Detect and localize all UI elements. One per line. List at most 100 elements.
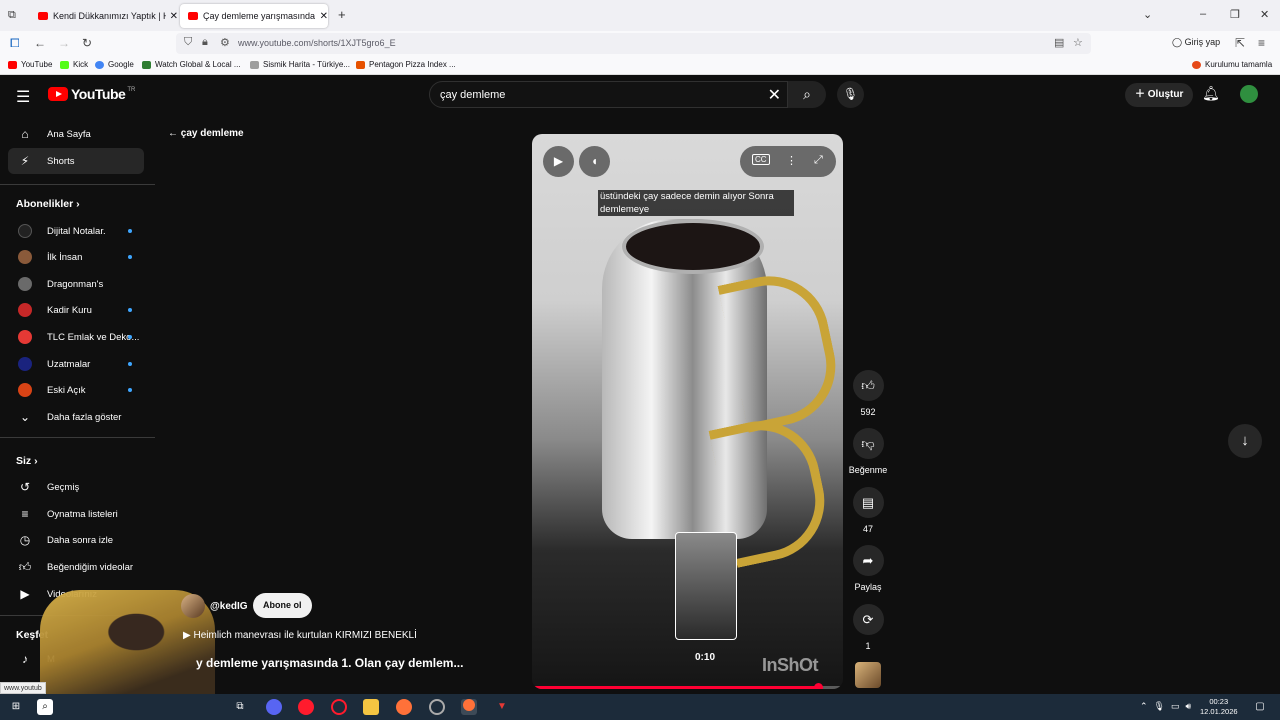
search-button[interactable]: ⌕ xyxy=(788,81,826,108)
account-avatar[interactable] xyxy=(1240,85,1258,103)
volume-icon: ◖ xyxy=(590,154,599,168)
sidebar-sub-item[interactable]: İlk İnsan xyxy=(8,244,144,270)
sidebar-sub-item[interactable]: TLC Emlak ve Deko... xyxy=(8,324,144,350)
windows-start-icon[interactable]: ⊞ xyxy=(8,699,24,715)
clear-search-icon[interactable]: ✕ xyxy=(768,85,781,105)
permissions-icon[interactable]: ⚙︎ xyxy=(220,36,230,49)
comments-button[interactable]: ▤ 47 xyxy=(848,487,888,534)
obs-icon[interactable] xyxy=(429,699,445,715)
sidebar-item-playlists[interactable]: ≡ Oynatma listeleri xyxy=(8,501,144,527)
task-view-icon[interactable]: ⧉ xyxy=(232,699,248,715)
app-v-icon[interactable]: ▼ xyxy=(494,699,510,715)
progress-knob[interactable] xyxy=(814,683,824,689)
shield-icon[interactable]: ⛉ xyxy=(184,36,192,49)
play-button[interactable]: ▶ xyxy=(543,146,574,177)
sidebar-sub-item[interactable]: Eski Açık xyxy=(8,377,144,403)
hamburger-menu-icon[interactable]: ☰ xyxy=(16,87,30,107)
sidebar-sub-item[interactable]: Uzatmalar xyxy=(8,351,144,377)
sidebar-show-more[interactable]: ⌄ Daha fazla göster xyxy=(8,404,144,430)
remix-button[interactable]: ⟳ 1 xyxy=(848,604,888,651)
progress-bar[interactable] xyxy=(532,683,843,689)
next-short-button[interactable]: ↓ xyxy=(1228,424,1262,458)
bookmark-pentagon[interactable]: Pentagon Pizza Index ... xyxy=(356,60,456,69)
subscriptions-heading[interactable]: Abonelikler › xyxy=(16,198,80,210)
youtube-logo[interactable]: YouTube TR xyxy=(48,86,135,102)
signin-button[interactable]: ◯ Giriş yap xyxy=(1172,37,1220,48)
extensions-icon[interactable]: ⇱ xyxy=(1235,36,1245,50)
tab-list-icon[interactable]: ⧉ xyxy=(8,9,16,22)
shorts-video-player[interactable]: ▶ ◖ CC ⋮ ⤢ üstündeki çay sadece demin al… xyxy=(532,134,843,689)
short-title[interactable]: y demleme yarışmasında 1. Olan çay demle… xyxy=(196,656,463,670)
tab-overflow-chevron-icon[interactable]: ⌄ xyxy=(1143,8,1152,21)
closed-captions-icon[interactable]: CC xyxy=(752,154,770,165)
youtube-play-icon xyxy=(48,87,68,101)
subscribe-button[interactable]: Abone ol xyxy=(253,593,312,618)
setup-reminder[interactable]: Kurulumu tamamla xyxy=(1192,60,1272,69)
search-box[interactable]: çay demleme ✕ xyxy=(429,81,788,108)
sidebar-item-home[interactable]: ⌂ Ana Sayfa xyxy=(8,121,144,147)
tab-2-active[interactable]: Çay demleme yarışmasında 1. O ✕ xyxy=(180,4,328,28)
close-window-icon[interactable]: ✕ xyxy=(1260,8,1269,21)
channel-name: İlk İnsan xyxy=(47,251,83,263)
sidebar-sub-item[interactable]: Dragonman's xyxy=(8,271,144,297)
file-explorer-icon[interactable] xyxy=(363,699,379,715)
opera-icon[interactable] xyxy=(331,699,347,715)
tab-2-close-icon[interactable]: ✕ xyxy=(320,11,328,22)
google-icon xyxy=(95,60,104,69)
bookmark-google[interactable]: Google xyxy=(95,60,134,69)
new-tab-button[interactable]: + xyxy=(338,7,346,22)
voice-search-button[interactable]: 🎙︎ xyxy=(837,81,864,108)
firefox-icon[interactable] xyxy=(396,699,412,715)
forward-arrow-icon[interactable]: → xyxy=(58,36,70,50)
sound-link[interactable]: ▶ Heimlich manevrası ile kurtulan KIRMIZ… xyxy=(183,630,417,641)
dislike-button[interactable]: 👎︎ Beğenme xyxy=(847,428,889,475)
bookmark-kick[interactable]: Kick xyxy=(60,60,88,69)
opera-gx-icon[interactable] xyxy=(298,699,314,715)
system-tray[interactable]: ⌃🎙︎▭🔊︎ xyxy=(1140,701,1197,712)
firefox-active-icon[interactable] xyxy=(461,699,477,715)
create-button[interactable]: ＋ Oluştur xyxy=(1125,83,1194,107)
reload-icon[interactable]: ↻ xyxy=(82,36,92,50)
tab-1-close-icon[interactable]: ✕ xyxy=(170,11,178,22)
url-text[interactable]: www.youtube.com/shorts/1XJT5gro6_E xyxy=(238,38,396,48)
bookmark-sismik[interactable]: Sismik Harita - Türkiye... xyxy=(250,60,350,69)
chevron-right-icon: › xyxy=(76,198,80,210)
sound-source-avatar[interactable] xyxy=(855,662,881,688)
back-to-search[interactable]: ← çay demleme xyxy=(168,128,244,139)
sidebar-sub-item[interactable]: Dijital Notalar. xyxy=(8,218,144,244)
channel-avatar[interactable] xyxy=(181,594,205,618)
youtube-header: ☰ YouTube TR çay demleme ✕ ⌕ 🎙︎ ＋ Oluştu… xyxy=(0,75,1280,115)
taskbar-clock[interactable]: 00:23 12.01.2026 xyxy=(1200,697,1238,717)
bookmark-star-icon[interactable]: ☆ xyxy=(1073,36,1083,49)
search-icon[interactable]: ⌕ xyxy=(37,699,53,715)
fullscreen-icon[interactable]: ⤢ xyxy=(814,154,823,167)
sidebar-item-label: Oynatma listeleri xyxy=(47,508,118,520)
notifications-bell-icon[interactable]: 🔔︎ xyxy=(1202,85,1220,102)
you-heading[interactable]: Siz › xyxy=(16,455,38,467)
channel-handle[interactable]: @kedIG xyxy=(210,601,248,612)
notifications-icon[interactable]: ▢ xyxy=(1252,699,1268,715)
address-bar[interactable]: ⛉ 🔒︎ ⚙︎ www.youtube.com/shorts/1XJT5gro6… xyxy=(176,33,1091,54)
like-button[interactable]: 👍︎ 592 xyxy=(848,370,888,417)
sidebar-item-watch-later[interactable]: ◷ Daha sonra izle xyxy=(8,527,144,553)
share-button[interactable]: ➦ Paylaş xyxy=(848,545,888,592)
restore-icon[interactable]: ❐ xyxy=(1230,8,1240,21)
menu-icon[interactable]: ≡ xyxy=(1258,36,1265,50)
sidebar-item-shorts[interactable]: ⚡︎ Shorts xyxy=(8,148,144,174)
more-options-icon[interactable]: ⋮ xyxy=(786,154,797,167)
sidebar-item-liked[interactable]: 👍︎ Beğendiğim videolar xyxy=(8,554,144,580)
search-input[interactable]: çay demleme xyxy=(440,89,505,101)
discord-icon[interactable] xyxy=(266,699,282,715)
minimize-icon[interactable]: – xyxy=(1200,8,1206,20)
sidebar-toggle-icon[interactable]: ⧠ xyxy=(10,36,20,51)
bookmark-youtube[interactable]: YouTube xyxy=(8,60,52,69)
bookmarks-bar: YouTube Kick Google Watch Global & Local… xyxy=(0,56,1280,75)
sidebar-item-history[interactable]: ↺ Geçmiş xyxy=(8,474,144,500)
tab-1[interactable]: Kendi Dükkanımızı Yaptık | Harıl ✕ xyxy=(30,4,178,28)
bookmark-watch-global[interactable]: Watch Global & Local ... xyxy=(142,60,241,69)
lock-icon[interactable]: 🔒︎ xyxy=(202,36,208,49)
volume-button[interactable]: ◖ xyxy=(579,146,610,177)
sidebar-sub-item[interactable]: Kadir Kuru xyxy=(8,297,144,323)
back-arrow-icon[interactable]: ← xyxy=(34,36,46,50)
reader-view-icon[interactable]: ▤ xyxy=(1054,36,1064,49)
